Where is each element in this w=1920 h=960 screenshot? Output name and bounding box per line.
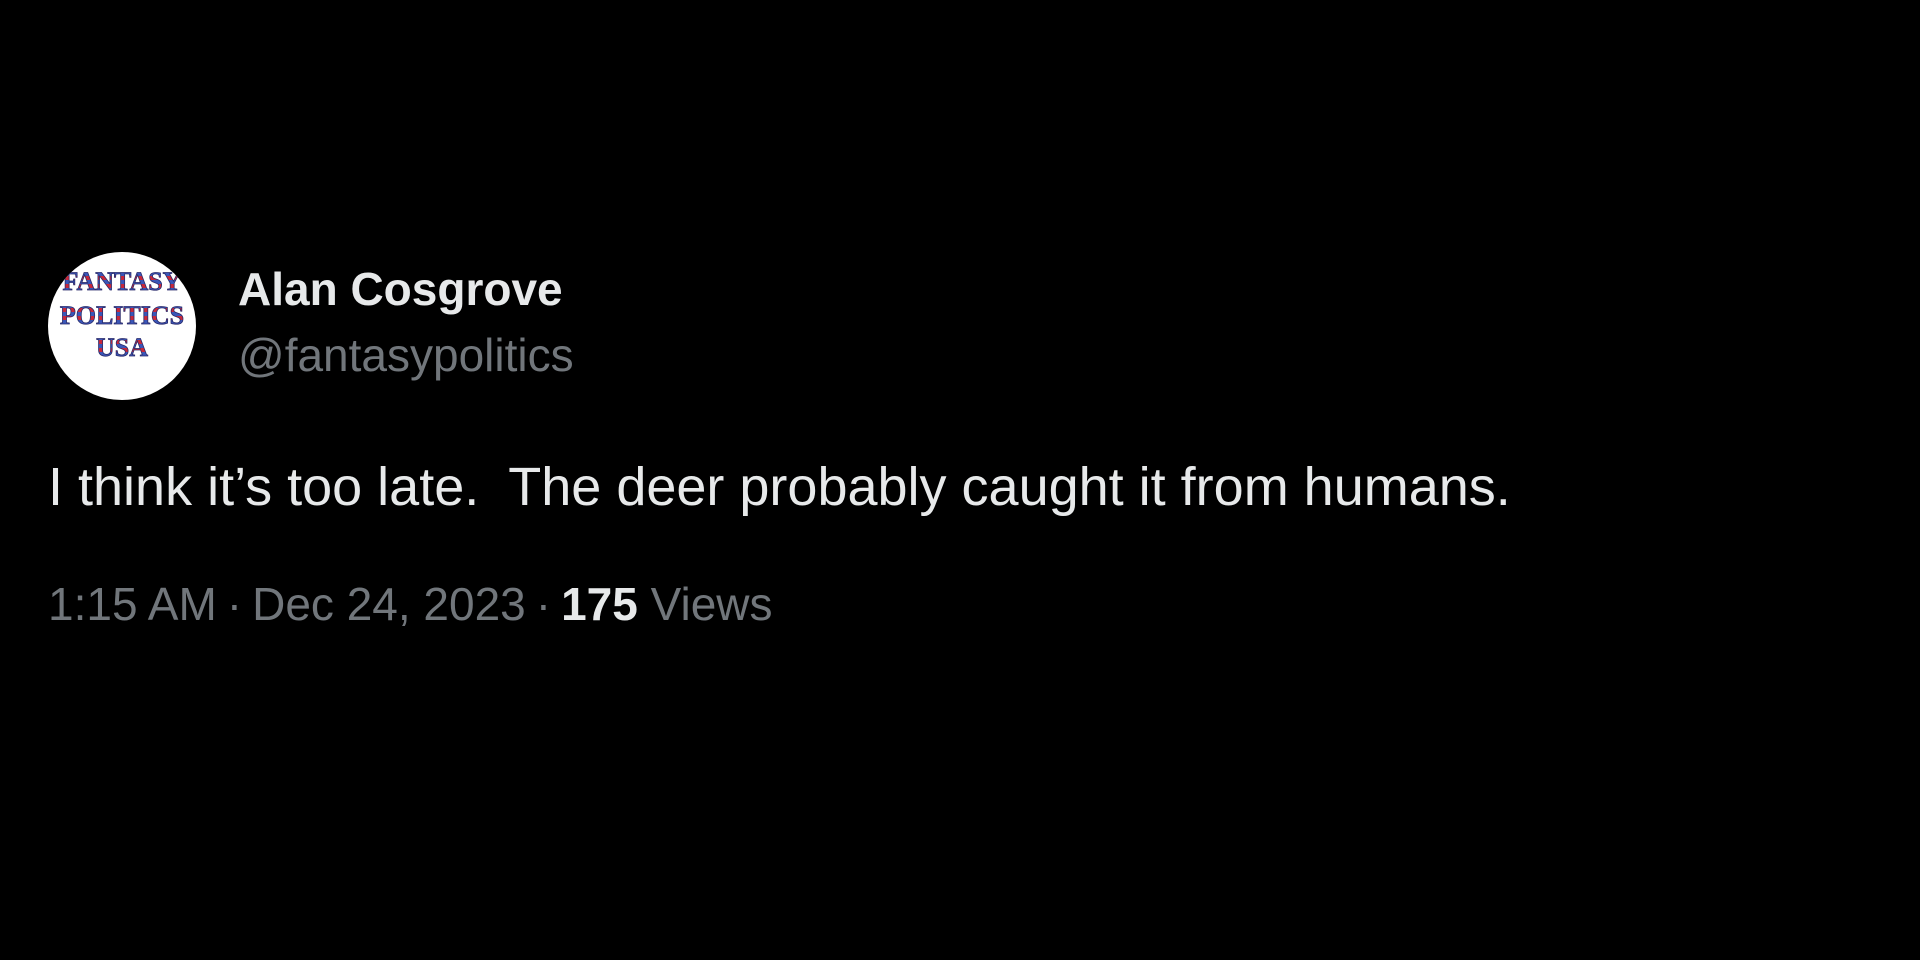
svg-text:POLITICS: POLITICS <box>60 301 184 330</box>
svg-text:USA: USA <box>96 333 148 362</box>
tweet-time[interactable]: 1:15 AM <box>48 578 217 630</box>
tweet-meta: 1:15 AM · Dec 24, 2023 · 175 Views <box>48 574 1878 634</box>
author-handle[interactable]: @fantasypolitics <box>238 325 574 385</box>
fantasy-politics-logo: FANTASY POLITICS USA <box>59 267 184 363</box>
views-count[interactable]: 175 <box>561 578 638 630</box>
views-label: Views <box>650 578 773 630</box>
meta-separator: · <box>535 578 552 630</box>
author-names: Alan Cosgrove @fantasypolitics <box>238 259 574 385</box>
avatar[interactable]: FANTASY POLITICS USA <box>48 252 196 400</box>
tweet-date[interactable]: Dec 24, 2023 <box>252 578 526 630</box>
svg-text:FANTASY: FANTASY <box>63 267 182 296</box>
author-display-name[interactable]: Alan Cosgrove <box>238 259 574 319</box>
tweet-text: I think it’s too late. The deer probably… <box>48 457 1511 517</box>
meta-separator: · <box>226 578 243 630</box>
tweet-header: FANTASY POLITICS USA Alan Cosgrove @fant… <box>48 252 1878 400</box>
tweet-card: FANTASY POLITICS USA Alan Cosgrove @fant… <box>48 252 1878 634</box>
